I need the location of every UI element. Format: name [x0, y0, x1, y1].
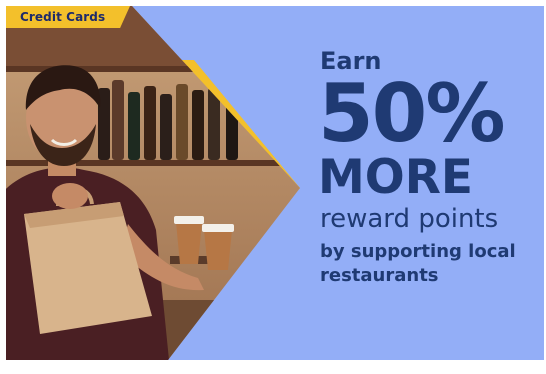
- reward-points-text: reward points: [320, 204, 499, 234]
- support-line-1: by supporting local: [320, 241, 516, 262]
- more-text: MORE: [318, 150, 474, 205]
- promo-copy: Earn 50% MORE reward points by supportin…: [318, 48, 540, 288]
- credit-card-promo-banner[interactable]: Credit Cards Earn 50% MORE reward points…: [0, 0, 546, 374]
- support-line-2: restaurants: [320, 265, 439, 286]
- credit-cards-tag-label: Credit Cards: [20, 10, 106, 24]
- percent-text: 50%: [318, 67, 505, 160]
- credit-cards-tag: Credit Cards: [6, 6, 130, 28]
